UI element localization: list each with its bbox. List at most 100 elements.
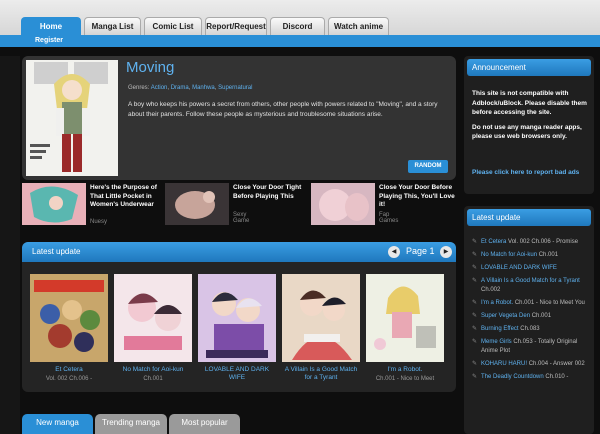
recommendation-title[interactable]: Close Your Door Before Playing This, You… [379,184,459,210]
report-ads-link[interactable]: Please click here to report bad ads [472,168,590,178]
manga-card[interactable]: Et Cetera Vol. 002 Ch.006 - [30,274,108,383]
register-link[interactable]: Register [35,37,63,44]
manga-title[interactable]: Et Cetera [30,366,108,374]
list-item-title[interactable]: Et Cetera [481,239,506,245]
pencil-icon: ✎ [472,265,478,271]
tab-new-manga[interactable]: New manga [22,414,93,434]
announcement-paragraph: This site is not compatible with Adblock… [472,90,587,116]
list-item-title[interactable]: Super Vegeta Den [481,313,530,319]
tab-most-popular[interactable]: Most popular [169,414,240,434]
pencil-icon: ✎ [472,374,478,380]
announcement-text: This site is not compatible with Adblock… [472,89,590,142]
tab-watch-anime[interactable]: Watch anime [328,17,389,35]
manga-chapter[interactable]: Ch.001 - Nice to Meet [366,375,444,383]
genre-link[interactable]: Action [151,85,168,91]
list-item[interactable]: ✎ Burning Effect Ch.083 [472,325,592,334]
list-item-title[interactable]: LOVABLE AND DARK WIFE [481,265,557,271]
manga-card[interactable]: I'm a Robot. Ch.001 - Nice to Meet [366,274,444,383]
list-item[interactable]: ✎ No Match for Aoi-kun Ch.001 [472,251,592,260]
recommendation-title[interactable]: Close Your Door Tight Before Playing Thi… [233,184,313,201]
manga-chapter[interactable]: Ch.001 [114,375,192,383]
next-page-icon[interactable]: ▶ [440,246,452,258]
tab-home[interactable]: Home [21,17,81,35]
manga-card[interactable]: No Match for Aoi-kun Ch.001 [114,274,192,383]
latest-update-title: Latest update [32,247,81,256]
manga-cover[interactable] [198,274,276,362]
pencil-icon: ✎ [472,326,478,332]
manga-cover[interactable] [366,274,444,362]
manga-chapter[interactable]: Vol. 002 Ch.006 - [30,375,108,383]
list-item[interactable]: ✎ I'm a Robot. Ch.001 - Nice to Meet You [472,299,592,308]
left-ad-strip [0,56,20,434]
list-item-chapter[interactable]: Ch.001 [539,252,558,258]
recommendation-source: Fap Games [379,212,399,224]
pencil-icon: ✎ [472,252,478,258]
genre-link[interactable]: Supernatural [218,85,252,91]
latest-update-header: Latest update ◀ Page 1 ▶ [22,242,456,262]
manga-title[interactable]: A Villain Is a Good Match for a Tyrant [282,366,360,382]
list-item[interactable]: ✎ The Deadly Countdown Ch.010 - [472,373,592,382]
list-item-chapter[interactable]: Ch.083 [520,326,539,332]
recommendation-thumbnail[interactable] [22,183,86,225]
sidebar-latest-header: Latest update [467,209,591,226]
tab-manga-list[interactable]: Manga List [84,17,141,35]
announcement-panel: Announcement This site is not compatible… [464,56,594,194]
list-item-title[interactable]: The Deadly Countdown [481,374,544,380]
recommendation-thumbnail[interactable] [165,183,229,225]
manga-cover[interactable] [114,274,192,362]
recommendation-title[interactable]: Here's the Purpose of That Little Pocket… [90,184,170,210]
featured-genres: Genres: Action, Drama, Manhwa, Supernatu… [128,85,253,91]
pencil-icon: ✎ [472,361,478,367]
random-button[interactable]: RANDOM [408,160,448,173]
manga-title[interactable]: LOVABLE AND DARK WIFE [198,366,276,382]
list-item[interactable]: ✎ LOVABLE AND DARK WIFE [472,264,592,273]
list-item[interactable]: ✎ Et Cetera Vol. 002 Ch.006 - Promise [472,238,592,247]
list-item-title[interactable]: Burning Effect [481,326,519,332]
manga-title[interactable]: No Match for Aoi-kun [114,366,192,374]
list-item-chapter[interactable]: Ch.004 - Answer 002 [529,361,585,367]
list-item-title[interactable]: KOHARU HARU! [481,361,527,367]
list-item-chapter[interactable]: Ch.001 - Nice to Meet You [515,300,585,306]
manga-cover[interactable] [282,274,360,362]
list-item[interactable]: ✎ Meme Girls Ch.053 - Totally Original An… [472,338,592,356]
list-item-chapter[interactable]: Vol. 002 Ch.006 - Promise [508,239,578,245]
list-item-chapter[interactable]: Ch.001 [532,313,551,319]
list-item[interactable]: ✎ A Villain Is a Good Match for a Tyrant … [472,277,592,295]
pencil-icon: ✎ [472,278,478,284]
featured-cover-image[interactable] [26,60,118,176]
sub-navigation-bar [0,35,600,47]
list-item-chapter[interactable]: Ch.010 - [545,374,568,380]
sidebar-latest-update: Latest update ✎ Et Cetera Vol. 002 Ch.006… [464,206,594,434]
tab-trending-manga[interactable]: Trending manga [95,414,167,434]
announcement-paragraph: Do not use any manga reader apps, please… [472,123,582,141]
list-item-title[interactable]: I'm a Robot. [481,300,513,306]
tab-discord[interactable]: Discord [270,17,325,35]
featured-manga: Moving Genres: Action, Drama, Manhwa, Su… [22,56,456,180]
featured-description: A boy who keeps his powers a secret from… [128,101,438,118]
pencil-icon: ✎ [472,300,478,306]
list-item-title[interactable]: A Villain Is a Good Match for a Tyrant [481,278,580,284]
manga-title[interactable]: I'm a Robot. [366,366,444,374]
recommendation-source: Sexy Game [233,212,250,224]
manga-cover[interactable] [30,274,108,362]
announcement-header: Announcement [467,59,591,76]
manga-card[interactable]: LOVABLE AND DARK WIFE [198,274,276,383]
genres-label: Genres: [128,85,150,91]
genre-link[interactable]: Manhwa [192,85,215,91]
list-item[interactable]: ✎ KOHARU HARU! Ch.004 - Answer 002 [472,360,592,369]
tab-comic-list[interactable]: Comic List [144,17,202,35]
list-item-title[interactable]: No Match for Aoi-kun [481,252,537,258]
pencil-icon: ✎ [472,339,478,345]
list-item-title[interactable]: Meme Girls [481,339,512,345]
recommendation-source: Nuesy [90,219,108,225]
list-item-chapter[interactable]: Ch.002 [481,287,500,293]
prev-page-icon[interactable]: ◀ [388,246,400,258]
genre-link[interactable]: Drama [171,85,189,91]
manga-card[interactable]: A Villain Is a Good Match for a Tyrant [282,274,360,383]
sidebar-latest-list: ✎ Et Cetera Vol. 002 Ch.006 - Promise ✎ No… [472,238,592,386]
featured-title[interactable]: Moving [126,59,174,76]
recommendation-thumbnail[interactable] [311,183,375,225]
list-item[interactable]: ✎ Super Vegeta Den Ch.001 [472,312,592,321]
pencil-icon: ✎ [472,239,478,245]
tab-report-request[interactable]: Report/Request [205,17,267,35]
